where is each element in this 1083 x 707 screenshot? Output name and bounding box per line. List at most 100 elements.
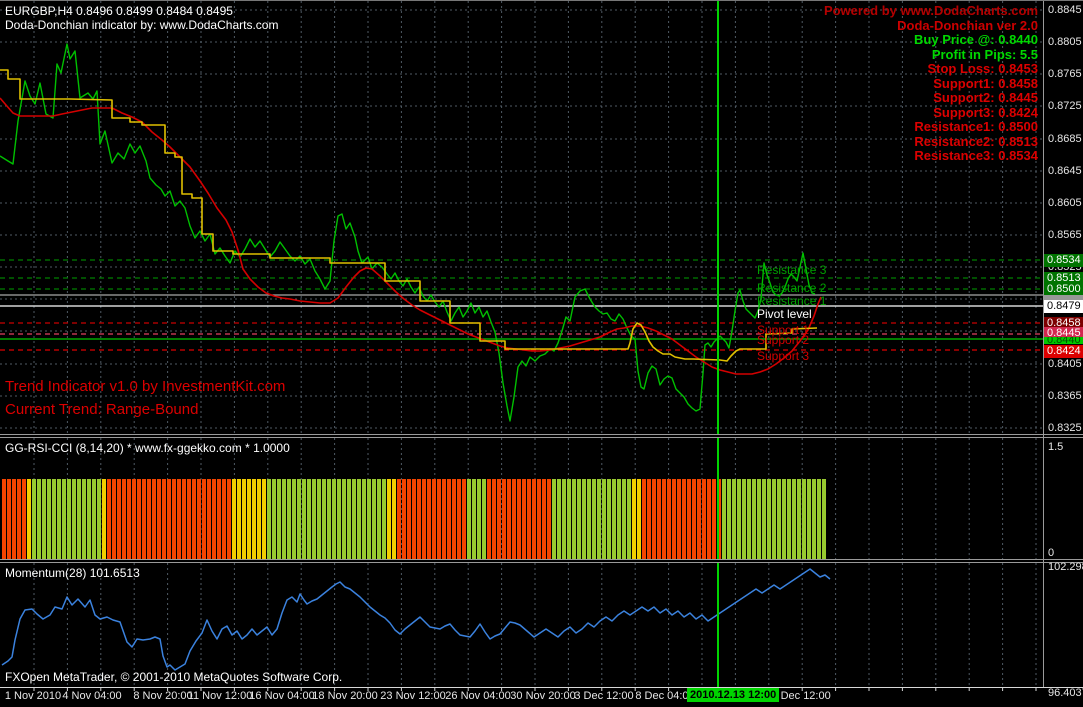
gg-bar-neutral xyxy=(392,479,396,559)
gg-bar-buy xyxy=(592,479,596,559)
price-level-badge: 0.8440 xyxy=(1044,336,1083,344)
momentum-panel-chart[interactable] xyxy=(0,563,1043,687)
gg-bar-sell xyxy=(22,479,26,559)
selected-date-badge[interactable]: 2010.12.13 12:00 xyxy=(687,688,780,702)
gg-bar-buy xyxy=(352,479,356,559)
gg-bar-buy xyxy=(372,479,376,559)
price-tick-label: 0.8725 xyxy=(1048,100,1082,112)
gg-bar-buy xyxy=(727,479,731,559)
gg-bar-sell xyxy=(652,479,656,559)
gg-bar-buy xyxy=(327,479,331,559)
gg-bar-sell xyxy=(537,479,541,559)
gg-bar-buy xyxy=(757,479,761,559)
gg-bar-buy xyxy=(82,479,86,559)
momentum-axis-bottom-label: 96.4037 xyxy=(1048,687,1083,699)
signal-line-7: Support3: 0.8424 xyxy=(933,104,1038,120)
gg-bar-buy xyxy=(627,479,631,559)
gg-bar-buy xyxy=(777,479,781,559)
gg-bar-buy xyxy=(737,479,741,559)
gg-bar-buy xyxy=(277,479,281,559)
gg-axis-bottom-label: 0 xyxy=(1048,547,1055,559)
price-tick-label: 0.8685 xyxy=(1048,133,1082,145)
gg-bar-buy xyxy=(477,479,481,559)
gg-bar-buy xyxy=(367,479,371,559)
signal-line-5: Support1: 0.8458 xyxy=(933,75,1038,91)
gg-bar-sell xyxy=(187,479,191,559)
signal-line-8: Resistance1: 0.8500 xyxy=(914,119,1038,134)
doda-donchian-signal-overlay: Powered by www.DodaCharts.com Doda-Donchi… xyxy=(823,3,1038,164)
gg-bar-sell xyxy=(107,479,111,559)
gg-bar-sell xyxy=(182,479,186,559)
level-label: Resistance 3 xyxy=(757,263,827,277)
gg-bar-sell xyxy=(517,479,521,559)
gg-bar-sell xyxy=(447,479,451,559)
gg-bar-sell xyxy=(702,479,706,559)
gg-bar-sell xyxy=(117,479,121,559)
gg-bar-buy xyxy=(617,479,621,559)
gg-bar-buy xyxy=(822,479,826,559)
gg-bar-sell xyxy=(452,479,456,559)
signal-line-0: Powered by www.DodaCharts.com xyxy=(823,3,1038,18)
date-tick-label: 3 Dec 12:00 xyxy=(574,690,634,702)
gg-bar-buy xyxy=(302,479,306,559)
gg-bar-buy xyxy=(347,479,351,559)
gg-bar-buy xyxy=(572,479,576,559)
gg-rsi-cci-title: GG-RSI-CCI (8,14,20) * www.fx-ggekko.com… xyxy=(5,441,290,455)
date-tick-label: 11 Nov 12:00 xyxy=(187,690,253,702)
gg-bar-buy xyxy=(787,479,791,559)
gg-bar-buy xyxy=(472,479,476,559)
price-level-badge: 0.8534 xyxy=(1044,253,1083,267)
gg-bar-sell xyxy=(692,479,696,559)
gg-bar-sell xyxy=(527,479,531,559)
gg-bar-sell xyxy=(547,479,551,559)
date-tick-label: 30 Nov 20:00 xyxy=(510,690,576,702)
gg-bar-buy xyxy=(62,479,66,559)
gg-bar-buy xyxy=(92,479,96,559)
gg-bar-sell xyxy=(162,479,166,559)
gg-bar-neutral xyxy=(632,479,636,559)
price-level-badge: 0.8479 xyxy=(1044,299,1083,313)
gg-bar-buy xyxy=(602,479,606,559)
date-tick-label: 1 Nov 2010 xyxy=(4,690,62,702)
gg-bar-buy xyxy=(52,479,56,559)
price-tick-label: 0.8605 xyxy=(1048,197,1082,209)
gg-bar-buy xyxy=(747,479,751,559)
gg-bar-buy xyxy=(287,479,291,559)
gg-bar-sell xyxy=(227,479,231,559)
date-tick-label: 18 Nov 20:00 xyxy=(312,690,378,702)
panel-separator[interactable] xyxy=(0,434,1083,438)
gg-bar-buy xyxy=(377,479,381,559)
gg-rsi-cci-panel-chart[interactable] xyxy=(0,438,1043,559)
price-level-badge: 0.8424 xyxy=(1044,344,1083,358)
gg-bar-sell xyxy=(417,479,421,559)
gg-bar-buy xyxy=(362,479,366,559)
level-label: Pivot level xyxy=(757,307,812,321)
panel-separator[interactable] xyxy=(0,559,1083,563)
gg-bar-sell xyxy=(457,479,461,559)
gg-bar-sell xyxy=(662,479,666,559)
gg-bar-buy xyxy=(782,479,786,559)
date-tick-label: 4 Nov 04:00 xyxy=(62,690,122,702)
price-tick-label: 0.8845 xyxy=(1048,4,1082,16)
gg-bar-buy xyxy=(582,479,586,559)
date-tick-label: 23 Nov 12:00 xyxy=(380,690,446,702)
gg-bar-buy xyxy=(87,479,91,559)
price-tick-label: 0.8405 xyxy=(1048,358,1082,370)
current-trend-label: Current Trend: Range-Bound xyxy=(5,401,199,418)
gg-bar-neutral xyxy=(242,479,246,559)
signal-line-3: Profit in Pips: 5.5 xyxy=(931,46,1038,62)
gg-bar-buy xyxy=(312,479,316,559)
gg-bar-sell xyxy=(407,479,411,559)
gg-bar-buy xyxy=(67,479,71,559)
gg-bar-sell xyxy=(207,479,211,559)
gg-bar-sell xyxy=(172,479,176,559)
gg-bar-sell xyxy=(122,479,126,559)
gg-bar-sell xyxy=(192,479,196,559)
gg-bar-sell xyxy=(677,479,681,559)
gg-bar-buy xyxy=(607,479,611,559)
date-tick-label: 26 Nov 04:00 xyxy=(445,690,511,702)
gg-bar-buy xyxy=(337,479,341,559)
gg-bar-buy xyxy=(722,479,726,559)
gg-bar-sell xyxy=(167,479,171,559)
gg-bar-buy xyxy=(307,479,311,559)
